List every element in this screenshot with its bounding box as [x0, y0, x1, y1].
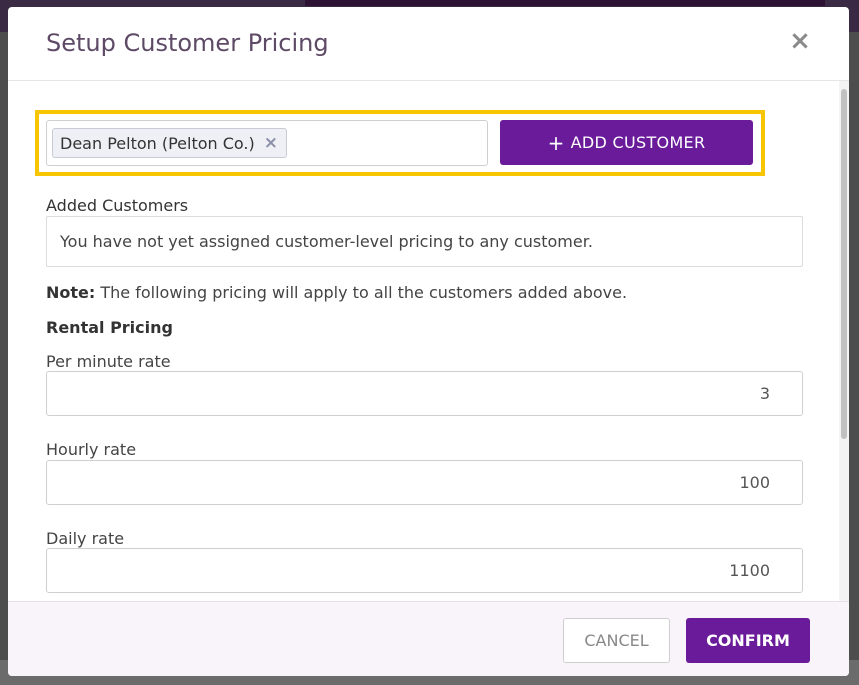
plus-icon: +: [547, 130, 565, 155]
remove-tag-icon[interactable]: ×: [264, 133, 278, 153]
added-customers-label: Added Customers: [46, 196, 189, 215]
per-minute-rate-input[interactable]: 3: [46, 371, 803, 416]
daily-rate-value: 1100: [729, 561, 770, 580]
per-minute-rate-value: 3: [759, 384, 770, 403]
customer-search-input[interactable]: Dean Pelton (Pelton Co.) ×: [46, 120, 488, 166]
setup-customer-pricing-modal: Setup Customer Pricing × Dean Pelton (Pe…: [8, 7, 849, 676]
hourly-rate-input[interactable]: 100: [46, 460, 803, 505]
per-minute-rate-label: Per minute rate: [46, 352, 171, 371]
added-customers-empty-message: You have not yet assigned customer-level…: [60, 232, 593, 251]
cancel-button[interactable]: CANCEL: [563, 618, 670, 663]
modal-footer: CANCEL CONFIRM: [8, 601, 849, 676]
added-customers-list: You have not yet assigned customer-level…: [46, 216, 803, 267]
modal-scrollbar-thumb[interactable]: [841, 89, 847, 439]
modal-title: Setup Customer Pricing: [46, 29, 329, 57]
selected-customer-tag-label: Dean Pelton (Pelton Co.): [60, 133, 255, 153]
daily-rate-input[interactable]: 1100: [46, 548, 803, 593]
background-accent: [305, 0, 825, 6]
modal-header: Setup Customer Pricing ×: [8, 7, 849, 81]
add-customer-button[interactable]: + ADD CUSTOMER: [500, 120, 753, 165]
selected-customer-tag: Dean Pelton (Pelton Co.) ×: [52, 128, 288, 158]
rental-pricing-heading: Rental Pricing: [46, 318, 173, 337]
hourly-rate-label: Hourly rate: [46, 440, 137, 459]
close-icon[interactable]: ×: [788, 28, 812, 54]
note-text: The following pricing will apply to all …: [100, 283, 628, 302]
note-prefix: Note:: [46, 283, 96, 302]
add-customer-button-label: ADD CUSTOMER: [570, 133, 706, 152]
pricing-note: Note: The following pricing will apply t…: [46, 283, 627, 302]
modal-body: Dean Pelton (Pelton Co.) × + ADD CUSTOME…: [8, 81, 849, 601]
hourly-rate-value: 100: [739, 473, 770, 492]
confirm-button[interactable]: CONFIRM: [686, 618, 810, 663]
daily-rate-label: Daily rate: [46, 529, 125, 548]
